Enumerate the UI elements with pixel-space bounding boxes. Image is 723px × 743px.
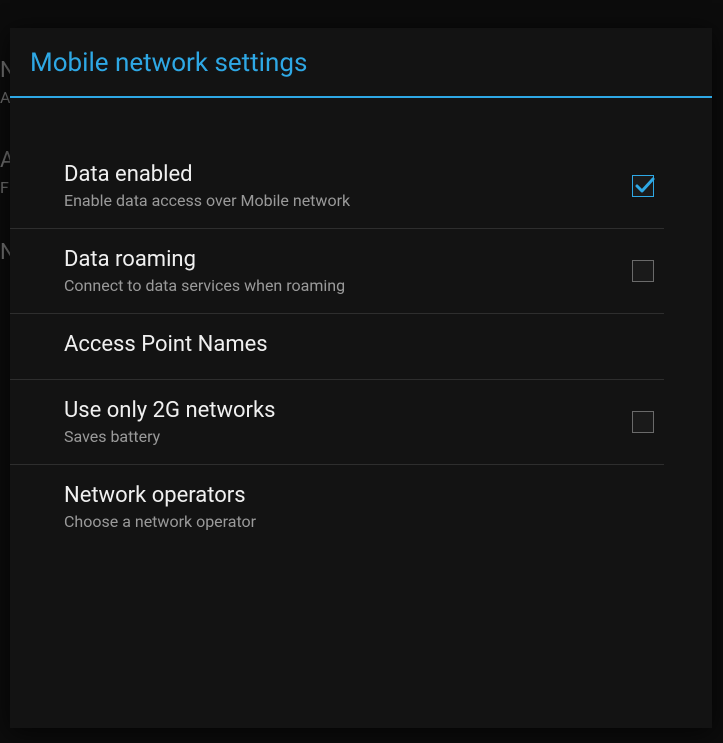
settings-dialog: Mobile network settings Data enabled Ena…: [10, 28, 712, 728]
item-title: Data enabled: [64, 162, 632, 187]
checkbox-data-enabled[interactable]: [632, 175, 654, 197]
item-text: Use only 2G networks Saves battery: [64, 398, 632, 446]
bg-text: F: [0, 178, 9, 197]
setting-data-roaming[interactable]: Data roaming Connect to data services wh…: [10, 229, 664, 314]
item-title: Network operators: [64, 483, 644, 508]
title-divider: [10, 96, 712, 98]
item-subtitle: Connect to data services when roaming: [64, 276, 632, 295]
dialog-title: Mobile network settings: [10, 28, 712, 96]
setting-data-enabled[interactable]: Data enabled Enable data access over Mob…: [10, 144, 664, 229]
checkmark-icon: [633, 174, 657, 198]
item-title: Use only 2G networks: [64, 398, 632, 423]
settings-list: Data enabled Enable data access over Mob…: [10, 144, 712, 549]
checkbox-data-roaming[interactable]: [632, 260, 654, 282]
item-title: Access Point Names: [64, 332, 644, 357]
setting-2g-only[interactable]: Use only 2G networks Saves battery: [10, 380, 664, 465]
item-text: Access Point Names: [64, 332, 644, 361]
item-text: Data enabled Enable data access over Mob…: [64, 162, 632, 210]
item-subtitle: Enable data access over Mobile network: [64, 191, 632, 210]
checkbox-2g-only[interactable]: [632, 411, 654, 433]
item-text: Network operators Choose a network opera…: [64, 483, 644, 531]
setting-apn[interactable]: Access Point Names: [10, 314, 664, 380]
item-title: Data roaming: [64, 247, 632, 272]
item-subtitle: Choose a network operator: [64, 512, 644, 531]
item-text: Data roaming Connect to data services wh…: [64, 247, 632, 295]
bg-text: A: [0, 88, 10, 107]
setting-network-operators[interactable]: Network operators Choose a network opera…: [10, 465, 664, 549]
item-subtitle: Saves battery: [64, 427, 632, 446]
